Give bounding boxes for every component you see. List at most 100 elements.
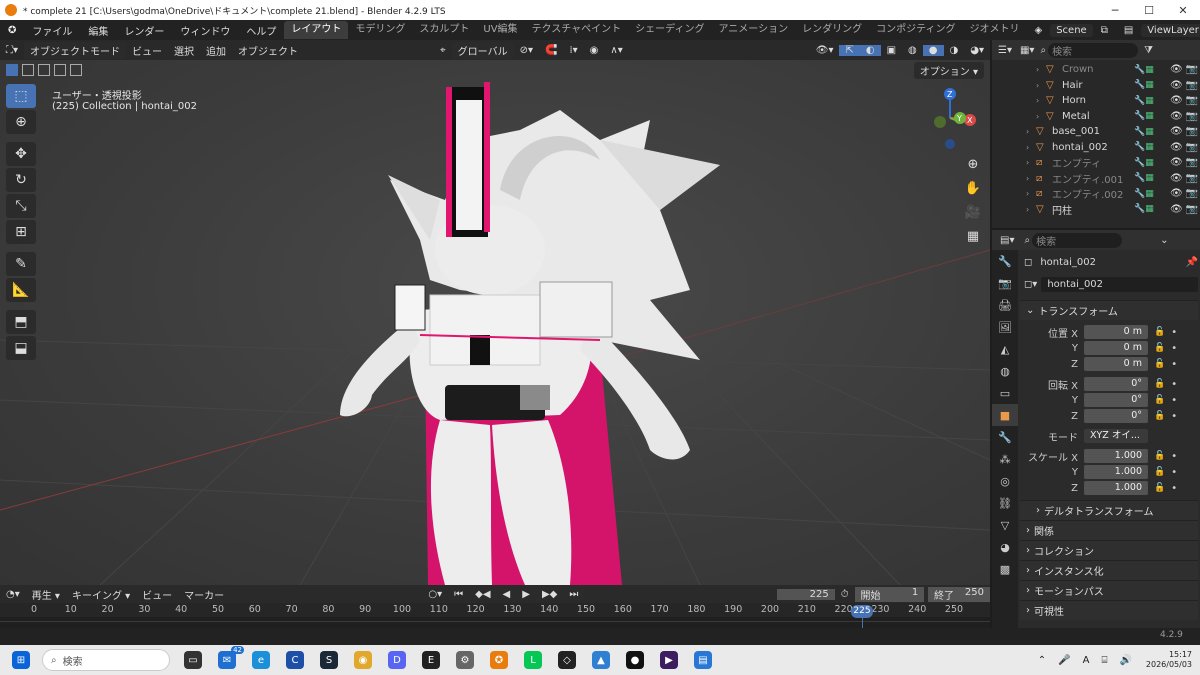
select-box-tool-icon[interactable]: ⬚ xyxy=(6,84,36,108)
3d-viewport[interactable] xyxy=(0,40,990,585)
expand-arrow-icon[interactable]: › xyxy=(1026,174,1036,183)
object-type-icon[interactable]: ◻▾ xyxy=(1024,279,1037,290)
transform-tool-icon[interactable]: ⊞ xyxy=(6,220,36,244)
properties-editor-icon[interactable]: ▤▾ xyxy=(1000,235,1014,246)
gizmo-neg-y-axis[interactable] xyxy=(934,116,946,128)
outliner-row[interactable]: › ▽ Metal 🔧▦ 👁 📷 xyxy=(992,109,1200,125)
menu-window[interactable]: ウィンドウ xyxy=(172,23,238,38)
new-scene-icon[interactable]: ⧉ xyxy=(1093,25,1116,36)
visibility-eye-icon[interactable]: 👁 📷 xyxy=(1170,111,1200,122)
outliner-row[interactable]: › ▽ Crown 🔧▦ 👁 📷 xyxy=(992,62,1200,78)
tab-layout[interactable]: レイアウト xyxy=(284,21,349,39)
properties-options-icon[interactable]: ⌄ xyxy=(1160,235,1168,246)
expand-arrow-icon[interactable]: › xyxy=(1036,96,1046,105)
visibility-eye-icon[interactable]: 👁 📷 xyxy=(1170,126,1200,137)
media-player-icon[interactable]: ▶ xyxy=(660,651,678,669)
move-tool-icon[interactable]: ✥ xyxy=(6,142,36,166)
gizmo-neg-z-axis[interactable] xyxy=(945,139,955,149)
wireframe-shading-icon[interactable]: ◍ xyxy=(902,45,923,56)
options-dropdown[interactable]: オプション ▾ xyxy=(913,61,984,79)
keyframe-dot-icon[interactable]: • xyxy=(1171,395,1177,406)
lock-icon[interactable]: 🔓 xyxy=(1154,359,1165,369)
perspective-toggle-icon[interactable]: ▦ xyxy=(962,225,984,247)
select-mode-intersect-icon[interactable] xyxy=(70,64,82,76)
jump-start-icon[interactable]: ⏮ xyxy=(448,588,470,600)
record-keyframe-icon[interactable]: ○▾ xyxy=(422,589,448,600)
volume-icon[interactable]: 🔊 xyxy=(1119,655,1131,666)
view-layer-tab-icon[interactable]: 🖼 xyxy=(992,316,1018,338)
overlay-toggle-icon[interactable]: ◐ xyxy=(859,44,881,56)
editor-type-icon[interactable]: ⛶▾ xyxy=(0,45,24,56)
edge-browser-icon[interactable]: e xyxy=(252,651,270,669)
proportional-edit-icon[interactable]: ◉ xyxy=(584,45,605,56)
maximize-button[interactable]: ☐ xyxy=(1132,4,1166,17)
tray-overflow-icon[interactable]: ⌃ xyxy=(1038,655,1046,666)
motion-paths-header[interactable]: › モーションパス xyxy=(1020,580,1198,600)
end-frame-field[interactable]: 終了 250 xyxy=(928,586,991,602)
scene-icon[interactable]: ◈ xyxy=(1027,25,1051,36)
modifier-tab-icon[interactable]: 🔧 xyxy=(992,426,1018,448)
expand-arrow-icon[interactable]: › xyxy=(1036,81,1046,90)
taskbar-search[interactable]: ⌕ 検索 xyxy=(42,649,170,671)
mail-app-icon[interactable]: ✉ 42 xyxy=(218,646,244,669)
outliner-row[interactable]: › ▽ 円柱 🔧▦ 👁 📷 xyxy=(992,202,1200,218)
select-mode-extend-icon[interactable] xyxy=(22,64,34,76)
instancing-header[interactable]: › インスタンス化 xyxy=(1020,560,1198,580)
lock-icon[interactable]: 🔓 xyxy=(1154,451,1165,461)
visibility-header[interactable]: › 可視性 xyxy=(1020,600,1198,620)
object-name-field[interactable]: hontai_002 xyxy=(1041,276,1198,292)
timeline-menu-view[interactable]: ビュー xyxy=(136,587,178,602)
scale-x-field[interactable]: 1.000 xyxy=(1084,449,1148,463)
viewlayer-icon[interactable]: ▤ xyxy=(1116,25,1141,36)
mode-selector[interactable]: オブジェクトモード xyxy=(24,41,127,59)
character-model[interactable] xyxy=(340,82,720,585)
rotation-y-field[interactable]: 0° xyxy=(1084,393,1148,407)
unity-icon[interactable]: ◇ xyxy=(558,651,576,669)
settings-icon[interactable]: ⚙ xyxy=(456,651,474,669)
pan-hand-icon[interactable]: ✋ xyxy=(962,177,984,199)
visibility-eye-icon[interactable]: 👁 📷 xyxy=(1170,95,1200,106)
expand-arrow-icon[interactable]: › xyxy=(1026,189,1036,198)
tab-modeling[interactable]: モデリング xyxy=(348,21,412,39)
jump-prev-key-icon[interactable]: ◆◀ xyxy=(469,588,497,600)
outliner-display-mode-icon[interactable]: ▦▾ xyxy=(1020,45,1034,56)
navigation-gizmo[interactable]: Z X Y xyxy=(918,86,982,150)
keyframe-dot-icon[interactable]: • xyxy=(1171,327,1177,338)
visibility-eye-icon[interactable]: 👁 📷 xyxy=(1170,80,1200,91)
snap-icon[interactable]: 🧲 xyxy=(539,45,563,56)
outliner-row[interactable]: › ▽ Hair 🔧▦ 👁 📷 xyxy=(992,78,1200,94)
timeline-playhead[interactable]: 225 xyxy=(851,605,873,618)
visibility-eye-icon[interactable]: 👁 📷 xyxy=(1170,142,1200,153)
outliner-row[interactable]: › ▽ Horn 🔧▦ 👁 📷 xyxy=(992,93,1200,109)
select-mode-subtract-icon[interactable] xyxy=(38,64,50,76)
lock-icon[interactable]: 🔓 xyxy=(1154,467,1165,477)
visibility-eye-icon[interactable]: 👁 📷 xyxy=(1170,204,1200,215)
scale-tool-icon[interactable]: ⤡ xyxy=(6,194,36,218)
location-y-field[interactable]: 0 m xyxy=(1084,341,1148,355)
outliner-search-input[interactable]: 検索 xyxy=(1048,42,1139,58)
blender-menu-icon[interactable]: ✪ xyxy=(0,25,24,36)
lock-icon[interactable]: 🔓 xyxy=(1154,395,1165,405)
outliner-row[interactable]: › ▽ base_001 🔧▦ 👁 📷 xyxy=(992,124,1200,140)
world-tab-icon[interactable]: ◍ xyxy=(992,360,1018,382)
scale-z-field[interactable]: 1.000 xyxy=(1084,481,1148,495)
viewport-menu-add[interactable]: 追加 xyxy=(200,43,232,58)
keyframe-dot-icon[interactable]: • xyxy=(1171,359,1177,370)
expand-arrow-icon[interactable]: › xyxy=(1026,127,1036,136)
material-tab-icon[interactable]: ◕ xyxy=(992,536,1018,558)
timeline-menu-marker[interactable]: マーカー xyxy=(178,587,230,602)
material-shading-icon[interactable]: ◑ xyxy=(944,45,965,56)
network-icon[interactable]: ⌸ xyxy=(1101,655,1107,666)
menu-file[interactable]: ファイル xyxy=(24,23,80,38)
xray-icon[interactable]: ▣ xyxy=(881,45,902,56)
viewport-menu-object[interactable]: オブジェクト xyxy=(232,43,304,58)
scale-y-field[interactable]: 1.000 xyxy=(1084,465,1148,479)
outliner-row[interactable]: › ⧄ エンプティ.002 🔧▦ 👁 📷 xyxy=(992,186,1200,202)
collection-tab-icon[interactable]: ▭ xyxy=(992,382,1018,404)
physics-tab-icon[interactable]: ◎ xyxy=(992,470,1018,492)
output-tab-icon[interactable]: 🖨 xyxy=(992,294,1018,316)
jump-next-key-icon[interactable]: ▶◆ xyxy=(535,588,564,600)
microphone-icon[interactable]: 🎤 xyxy=(1058,655,1070,666)
outliner-row[interactable]: › ⧄ エンプティ.001 🔧▦ 👁 📷 xyxy=(992,171,1200,187)
falloff-icon[interactable]: ∧▾ xyxy=(604,45,628,56)
